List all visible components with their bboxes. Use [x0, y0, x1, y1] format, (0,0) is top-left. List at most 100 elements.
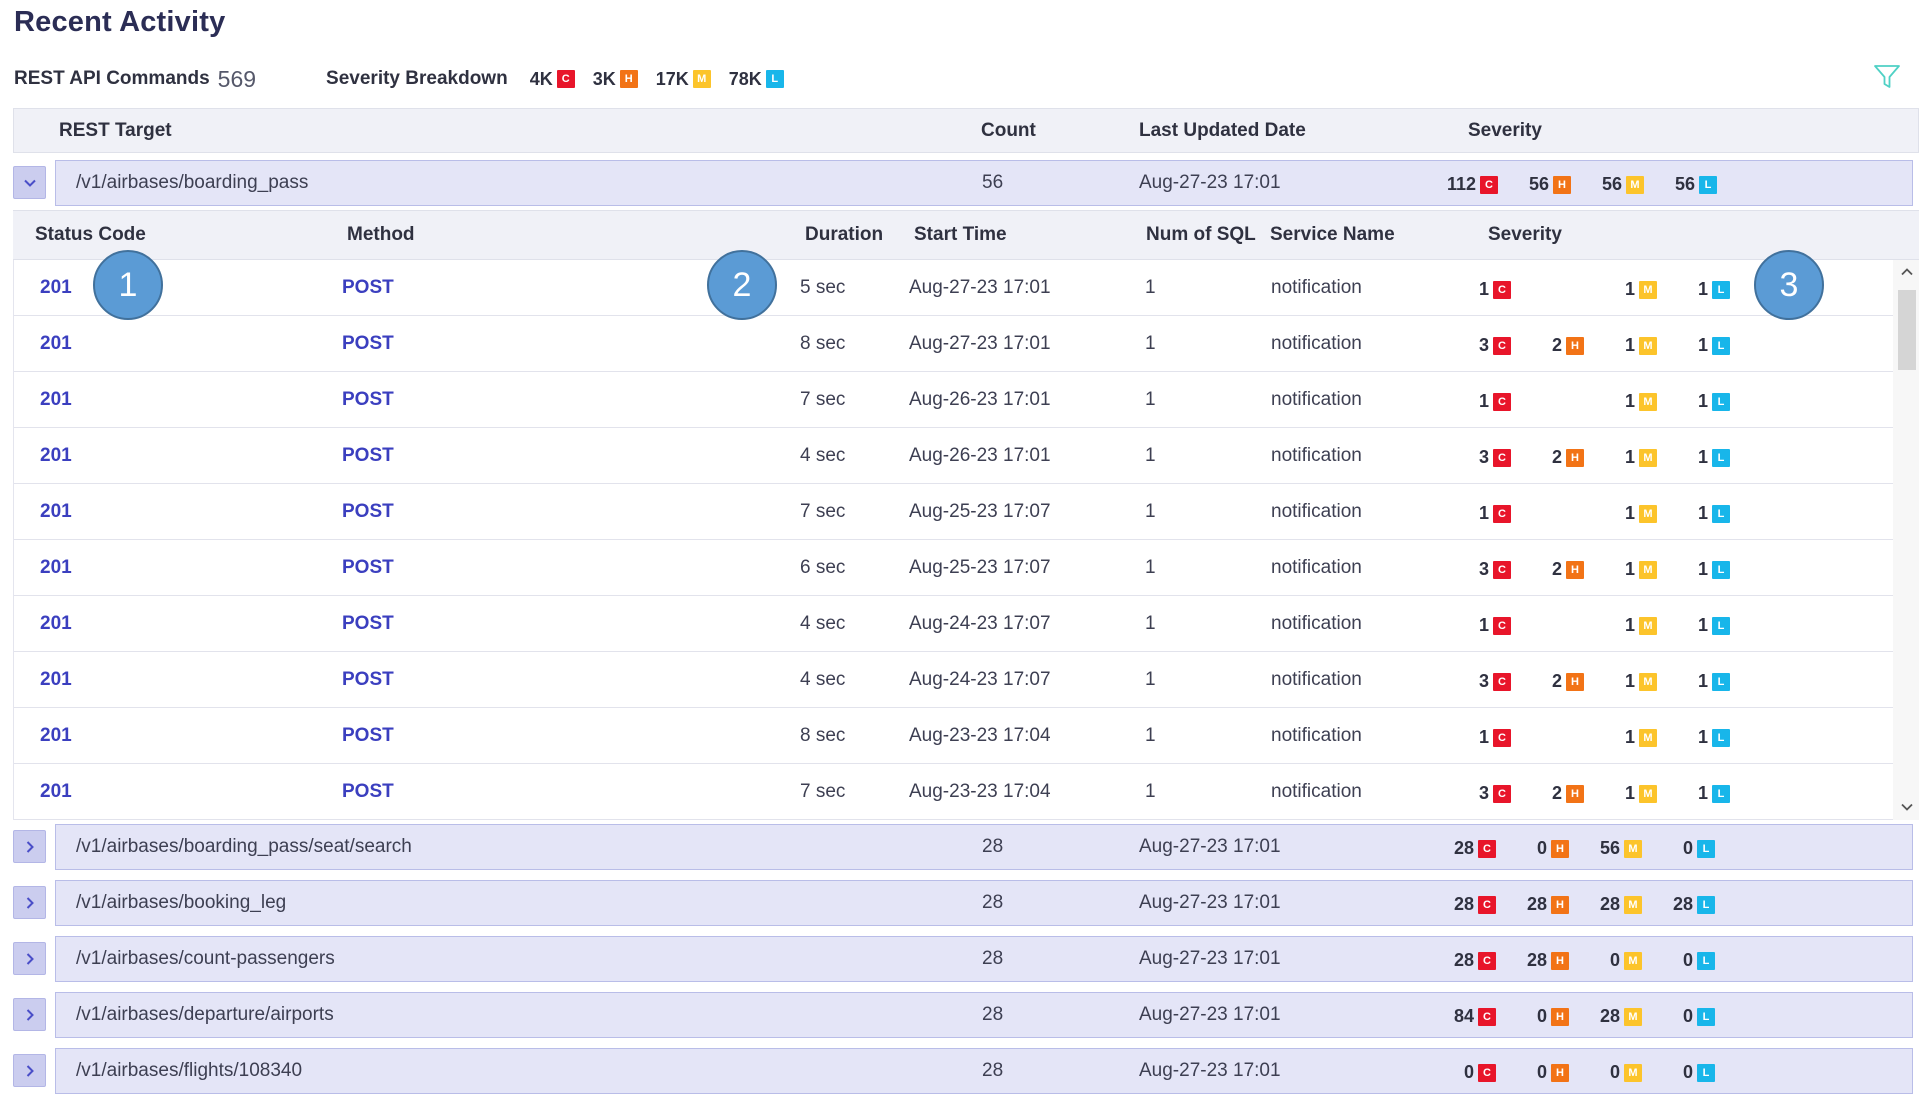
start-time: Aug-23-23 17:04: [909, 725, 1051, 746]
filter-icon[interactable]: [1872, 62, 1902, 92]
group-bar[interactable]: /v1/airbases/departure/airports 28 Aug-27-…: [55, 992, 1913, 1038]
table-row[interactable]: 201 POST 4 sec Aug-26-23 17:01 1 notification…: [14, 428, 1894, 484]
severity-critical-value: 112: [1446, 174, 1476, 194]
severity-low: 1L: [1698, 615, 1730, 636]
medium-badge: M: [1624, 839, 1642, 858]
critical-badge: C: [1493, 728, 1511, 747]
severity-medium: 56 M: [1602, 174, 1644, 195]
method-link[interactable]: POST: [342, 316, 394, 371]
severity-high-value: 28: [1526, 950, 1547, 970]
low-badge: L: [1712, 448, 1730, 467]
col-rest-target[interactable]: REST Target: [59, 109, 172, 152]
group-bar[interactable]: /v1/airbases/count-passengers 28 Aug-27-23…: [55, 936, 1913, 982]
status-code-link[interactable]: 201: [40, 708, 72, 763]
status-code-link[interactable]: 201: [40, 428, 72, 483]
severity-critical-value: 1: [1478, 727, 1489, 747]
severity-low-value: 1: [1697, 503, 1708, 523]
severity-high: 2H: [1552, 671, 1584, 692]
col-severity[interactable]: Severity: [1468, 109, 1542, 152]
severity-low: 1L: [1698, 559, 1730, 580]
severity-low-value: 1: [1697, 279, 1708, 299]
table-row[interactable]: 201 POST 7 sec Aug-25-23 17:07 1 notification…: [14, 484, 1894, 540]
group-bar[interactable]: /v1/airbases/boarding_pass/seat/search 28…: [55, 824, 1913, 870]
service-name: notification: [1271, 669, 1362, 690]
low-badge: L: [1697, 895, 1715, 914]
status-code-link[interactable]: 201: [40, 652, 72, 707]
low-badge: L: [1712, 728, 1730, 747]
table-row[interactable]: 201 POST 4 sec Aug-24-23 17:07 1 notification…: [14, 652, 1894, 708]
expand-toggle[interactable]: [13, 830, 46, 863]
severity-critical: 28 C: [1454, 950, 1496, 971]
status-code-link[interactable]: 201: [40, 372, 72, 427]
breakdown-low-value: 78K: [728, 68, 762, 89]
col-num-of-sql[interactable]: Num of SQL: [1146, 211, 1256, 259]
status-code-link[interactable]: 201: [40, 260, 72, 315]
severity-critical: 3C: [1479, 335, 1511, 356]
table-row[interactable]: 201 POST 6 sec Aug-25-23 17:07 1 notification…: [14, 540, 1894, 596]
status-code-link[interactable]: 201: [40, 540, 72, 595]
num-of-sql: 1: [1145, 613, 1156, 634]
num-of-sql: 1: [1145, 557, 1156, 578]
table-row[interactable]: 201 POST 7 sec Aug-23-23 17:04 1 notification…: [14, 764, 1894, 820]
method-link[interactable]: POST: [342, 372, 394, 427]
status-code-link[interactable]: 201: [40, 764, 72, 819]
high-badge: H: [1551, 951, 1569, 970]
method-link[interactable]: POST: [342, 708, 394, 763]
severity-critical-value: 1: [1478, 391, 1489, 411]
duration: 4 sec: [800, 613, 846, 634]
severity-high-value: 2: [1551, 335, 1562, 355]
start-time: Aug-26-23 17:01: [909, 389, 1051, 410]
severity-medium-value: 0: [1609, 1062, 1620, 1082]
col-duration[interactable]: Duration: [805, 211, 883, 259]
status-code-link[interactable]: 201: [40, 596, 72, 651]
rest-target-path: /v1/airbases/boarding_pass/seat/search: [76, 836, 412, 857]
expand-toggle[interactable]: [13, 942, 46, 975]
scrollbar-thumb[interactable]: [1898, 290, 1916, 370]
severity-critical-value: 1: [1478, 615, 1489, 635]
severity-low: 1L: [1698, 335, 1730, 356]
group-bar[interactable]: /v1/airbases/boarding_pass 56 Aug-27-23 …: [55, 160, 1913, 206]
method-link[interactable]: POST: [342, 484, 394, 539]
expand-toggle[interactable]: [13, 886, 46, 919]
method-link[interactable]: POST: [342, 428, 394, 483]
collapse-toggle[interactable]: [13, 166, 46, 199]
method-link[interactable]: POST: [342, 596, 394, 651]
table-row[interactable]: 201 POST 7 sec Aug-26-23 17:01 1 notification…: [14, 372, 1894, 428]
col-start-time[interactable]: Start Time: [914, 211, 1007, 259]
group-bar[interactable]: /v1/airbases/booking_leg 28 Aug-27-23 17:0…: [55, 880, 1913, 926]
table-row[interactable]: 201 POST 4 sec Aug-24-23 17:07 1 notification…: [14, 596, 1894, 652]
num-of-sql: 1: [1145, 389, 1156, 410]
status-code-link[interactable]: 201: [40, 484, 72, 539]
method-link[interactable]: POST: [342, 764, 394, 819]
col-last-updated[interactable]: Last Updated Date: [1139, 109, 1306, 152]
group-bar[interactable]: /v1/airbases/flights/108340 28 Aug-27-23 1…: [55, 1048, 1913, 1094]
col-severity[interactable]: Severity: [1488, 211, 1562, 259]
severity-low-value: 1: [1697, 391, 1708, 411]
medium-badge: M: [1639, 560, 1657, 579]
severity-critical: 0C: [1464, 1062, 1496, 1083]
critical-badge: C: [1478, 951, 1496, 970]
expand-toggle[interactable]: [13, 1054, 46, 1087]
severity-low: 1L: [1698, 783, 1730, 804]
severity-critical: 1C: [1479, 727, 1511, 748]
expand-toggle[interactable]: [13, 998, 46, 1031]
high-badge: H: [1566, 336, 1584, 355]
table-row[interactable]: 201 POST 8 sec Aug-27-23 17:01 1 notification…: [14, 316, 1894, 372]
col-method[interactable]: Method: [347, 211, 415, 259]
col-count[interactable]: Count: [981, 109, 1036, 152]
chevron-right-icon: [26, 840, 34, 853]
summary-bar: REST API Commands 569 Severity Breakdown…: [14, 64, 802, 94]
table-row[interactable]: 201 POST 8 sec Aug-23-23 17:04 1 notification…: [14, 708, 1894, 764]
method-link[interactable]: POST: [342, 652, 394, 707]
col-service-name[interactable]: Service Name: [1270, 211, 1395, 259]
table-row[interactable]: 201 POST 5 sec Aug-27-23 17:01 1 notification…: [14, 260, 1894, 316]
severity-high: 2H: [1552, 447, 1584, 468]
severity-critical: 3C: [1479, 671, 1511, 692]
scroll-down-icon[interactable]: [1897, 797, 1917, 817]
method-link[interactable]: POST: [342, 540, 394, 595]
scroll-up-icon[interactable]: [1897, 262, 1917, 282]
method-link[interactable]: POST: [342, 260, 394, 315]
status-code-link[interactable]: 201: [40, 316, 72, 371]
start-time: Aug-24-23 17:07: [909, 613, 1051, 634]
severity-low: 1L: [1698, 503, 1730, 524]
